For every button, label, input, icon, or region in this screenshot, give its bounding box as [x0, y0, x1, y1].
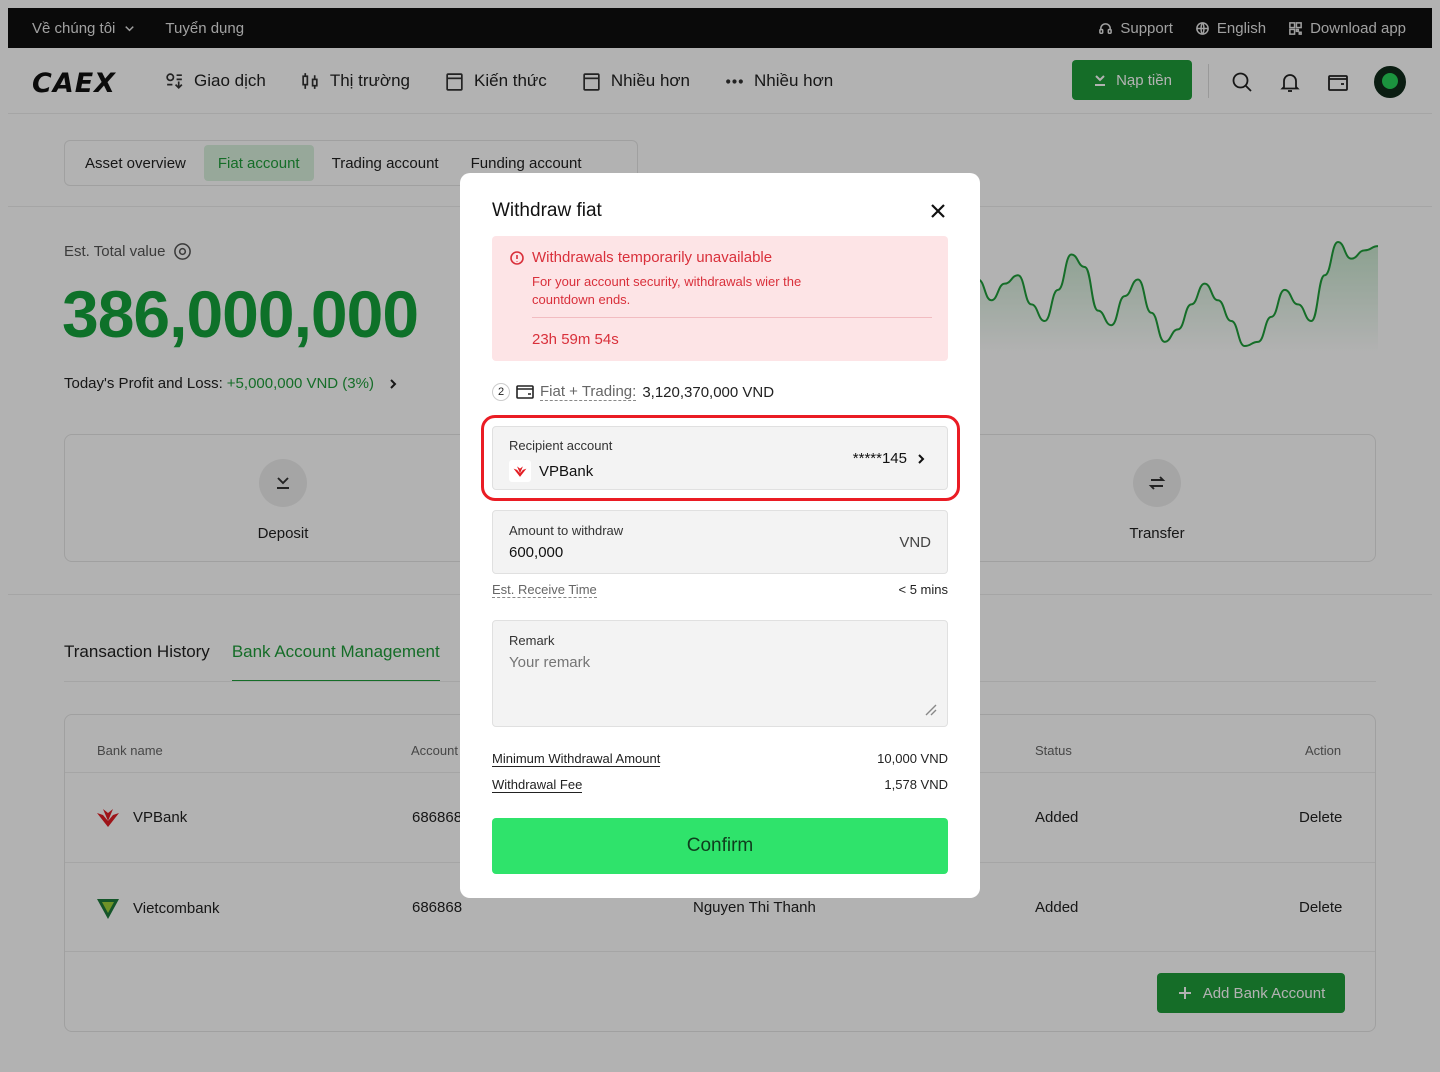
- wallet-icon: [516, 385, 534, 399]
- min-withdrawal-value: 10,000 VND: [877, 751, 948, 766]
- amount-label: Amount to withdraw: [509, 523, 624, 538]
- withdrawal-fee-value: 1,578 VND: [884, 777, 948, 792]
- available-balance: 2 Fiat + Trading: 3,120,370,000 VND: [492, 383, 774, 401]
- balance-label[interactable]: Fiat + Trading:: [540, 383, 637, 401]
- withdrawal-fee-row: Withdrawal Fee 1,578 VND: [492, 777, 948, 793]
- confirm-button[interactable]: Confirm: [492, 818, 948, 874]
- modal-title: Withdraw fiat: [492, 200, 602, 221]
- remark-field[interactable]: Remark: [492, 620, 948, 727]
- close-button[interactable]: [928, 201, 948, 221]
- info-icon: [510, 250, 524, 265]
- warning-title: Withdrawals temporarily unavailable: [510, 249, 772, 266]
- withdraw-fiat-modal: Withdraw fiat Withdrawals temporarily un…: [460, 173, 980, 898]
- close-icon: [931, 204, 945, 218]
- warning-title-text: Withdrawals temporarily unavailable: [532, 249, 773, 266]
- remark-label: Remark: [509, 633, 555, 648]
- divider: [532, 317, 932, 318]
- balance-value: 3,120,370,000 VND: [642, 383, 775, 401]
- highlight-outline: [481, 415, 960, 501]
- withdrawal-fee-label[interactable]: Withdrawal Fee: [492, 777, 583, 793]
- remark-input[interactable]: [509, 654, 909, 671]
- amount-unit: VND: [899, 534, 931, 551]
- account-count-badge: 2: [492, 383, 510, 401]
- min-withdrawal-label[interactable]: Minimum Withdrawal Amount: [492, 751, 661, 767]
- resize-handle-icon[interactable]: [923, 702, 937, 716]
- amount-value: 600,000: [509, 544, 564, 561]
- receive-time-row: Est. Receive Time < 5 mins: [492, 582, 949, 598]
- receive-time-value: < 5 mins: [898, 582, 949, 597]
- min-withdrawal-row: Minimum Withdrawal Amount 10,000 VND: [492, 751, 948, 767]
- warning-text: For your account security, withdrawals w…: [532, 274, 802, 307]
- receive-time-label[interactable]: Est. Receive Time: [492, 582, 597, 598]
- countdown-timer: 23h 59m 54s: [532, 331, 619, 348]
- amount-field[interactable]: Amount to withdraw 600,000 VND: [492, 510, 948, 574]
- withdrawal-warning: Withdrawals temporarily unavailable For …: [492, 236, 948, 361]
